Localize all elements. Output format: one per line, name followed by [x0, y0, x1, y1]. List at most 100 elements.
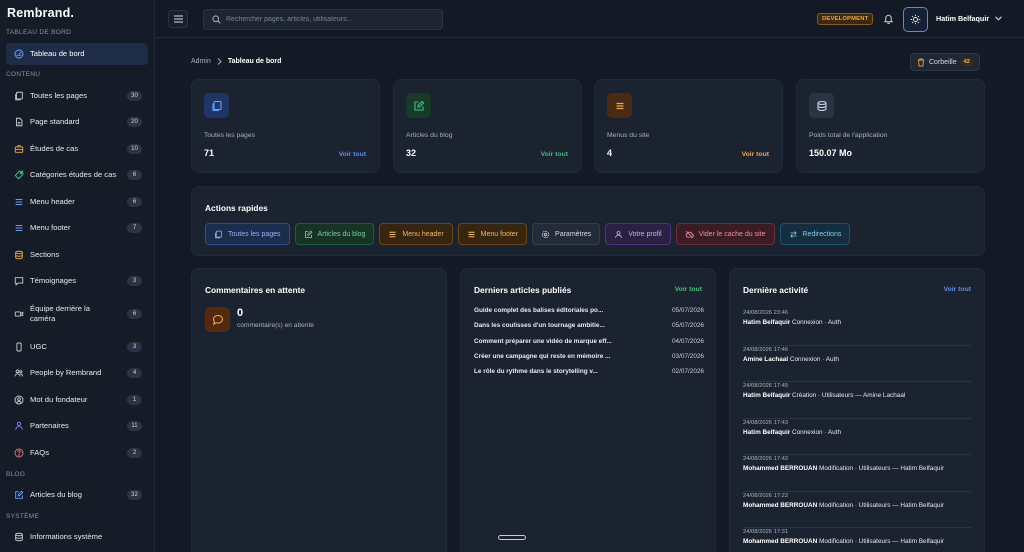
sidebar-item-system-info[interactable]: Informations système: [6, 526, 148, 548]
sidebar-item-team[interactable]: Équipe derrière la caméra 6: [6, 298, 148, 330]
sidebar-item-label: Sections: [30, 249, 60, 259]
sidebar-item-label: Menu footer: [30, 222, 71, 232]
menu-icon: [13, 197, 24, 208]
activity-view-all-link[interactable]: Voir tout: [944, 286, 971, 293]
theme-toggle-button[interactable]: [903, 7, 928, 32]
quick-action-redirects-button[interactable]: Redirections: [779, 223, 851, 245]
search-input[interactable]: [226, 16, 426, 23]
sidebar-item-label: Études de cas: [30, 143, 79, 153]
view-all-link[interactable]: Voir tout: [339, 151, 366, 158]
sidebar-item-label: Équipe derrière la caméra: [30, 303, 90, 323]
trash-button[interactable]: Corbeille 42: [910, 53, 980, 71]
redirect-icon: [789, 230, 797, 238]
sidebar-item-testimonials[interactable]: Témoignages 3: [6, 270, 148, 292]
article-date: 02/07/2026: [672, 368, 704, 376]
quick-action-pages-button[interactable]: Toutes les pages: [205, 223, 290, 245]
database-icon: [809, 93, 834, 118]
quick-action-blog-button[interactable]: Articles du blog: [294, 223, 375, 245]
search-bar[interactable]: [203, 9, 443, 30]
quick-actions-panel: Actions rapides Toutes les pages Article…: [191, 186, 985, 256]
breadcrumb-root[interactable]: Admin: [191, 58, 211, 65]
activity-user: Mohammed BERROUAN: [743, 501, 818, 509]
latest-articles-title: Derniers articles publiés: [474, 285, 572, 295]
user-menu[interactable]: Hatim Belfaquir: [936, 14, 1003, 23]
horizontal-scroll-indicator[interactable]: [498, 535, 526, 540]
activity-timestamp: 24/08/2026 23:46: [743, 310, 789, 316]
sidebar-item-founder[interactable]: Mot du fondateur 1: [6, 389, 148, 411]
sidebar-item-faqs[interactable]: FAQs 2: [6, 442, 148, 464]
quick-actions-title: Actions rapides: [205, 203, 268, 213]
chevron-down-icon: [995, 16, 1003, 21]
quick-action-clear-cache-button[interactable]: Vider le cache du site: [675, 223, 775, 245]
cloud-off-icon: [685, 230, 694, 238]
section-label-content: CONTENU: [6, 71, 41, 78]
stat-value: 71: [204, 148, 215, 158]
sidebar-item-blog-articles[interactable]: Articles du blog 32: [6, 484, 148, 506]
breadcrumb-current: Tableau de bord: [227, 58, 282, 65]
quick-action-menu-footer-button[interactable]: Menu footer: [457, 223, 528, 245]
article-date: 04/07/2026: [672, 337, 704, 345]
sidebar-item-label: Mot du fondateur: [30, 394, 88, 404]
sidebar-item-partners[interactable]: Partenaires 11: [6, 415, 148, 437]
article-title: Dans les coulisses d'un tournage ambitie…: [474, 322, 605, 330]
stat-value: 150.07 Mo: [809, 148, 853, 158]
quick-action-label: Menu footer: [480, 230, 519, 238]
trash-label: Corbeille: [929, 58, 957, 66]
article-row[interactable]: Dans les coulisses d'un tournage ambitie…: [474, 322, 704, 337]
quick-action-profile-button[interactable]: Votre profil: [605, 223, 671, 245]
article-row[interactable]: Comment préparer une vidéo de marque eff…: [474, 338, 704, 353]
sidebar-item-label: FAQs: [30, 447, 49, 457]
activity-timestamp: 24/08/2026 17:22: [743, 492, 789, 499]
stat-card-blog: Articles du blog 32 Voir tout: [393, 79, 582, 173]
sidebar-item-label: UGC: [30, 341, 47, 351]
sidebar-item-ugc[interactable]: UGC 3: [6, 336, 148, 358]
menu-toggle-button[interactable]: [168, 10, 188, 28]
sidebar-item-people[interactable]: People by Rembrand 4: [6, 362, 148, 384]
quick-action-settings-button[interactable]: Paramètres: [532, 223, 601, 245]
layers-icon: [13, 250, 24, 261]
sidebar-item-menu-footer[interactable]: Menu footer 7: [6, 217, 148, 239]
sidebar-item-case-studies[interactable]: Études de cas 10: [6, 138, 148, 160]
people-icon: [13, 368, 24, 379]
article-title: Comment préparer une vidéo de marque eff…: [474, 337, 612, 345]
activity-user: Mohammed BERROUAN: [743, 465, 818, 472]
view-all-link[interactable]: Voir tout: [742, 151, 769, 158]
article-row[interactable]: Le rôle du rythme dans le storytelling v…: [474, 368, 704, 383]
dashboard-icon: [13, 49, 24, 60]
trash-count-badge: 42: [960, 58, 973, 66]
document-icon: [13, 117, 24, 128]
quick-actions-row: Toutes les pages Articles du blog Menu h…: [205, 223, 851, 245]
quick-action-label: Articles du blog: [317, 230, 366, 238]
stat-value: 4: [607, 148, 613, 158]
tag-icon: [13, 170, 24, 181]
pending-comments-panel: Commentaires en attente 0 commentaire(s)…: [191, 268, 447, 552]
articles-view-all-link[interactable]: Voir tout: [675, 286, 702, 293]
article-title: Guide complet des balises éditoriales po…: [474, 307, 604, 314]
menu-icon: [607, 93, 632, 118]
pages-icon: [13, 91, 24, 102]
sidebar-item-menu-header[interactable]: Menu header 6: [6, 191, 148, 213]
sidebar-item-count: 10: [127, 144, 142, 154]
article-row[interactable]: Créer une campagne qui reste en mémoire …: [474, 353, 704, 368]
quick-action-label: Vider le cache du site: [698, 230, 766, 238]
sidebar-item-case-categories[interactable]: Catégories études de cas 6: [6, 164, 148, 186]
edit-icon: [406, 93, 431, 118]
stat-value: 32: [406, 148, 417, 158]
sidebar-item-label: Partenaires: [30, 420, 69, 430]
view-all-link[interactable]: Voir tout: [541, 151, 568, 158]
article-row[interactable]: Guide complet des balises éditoriales po…: [474, 307, 704, 322]
sidebar-item-sections[interactable]: Sections: [6, 244, 148, 266]
article-date: 05/07/2026: [672, 307, 704, 314]
sidebar-item-standard-page[interactable]: Page standard 20: [6, 111, 148, 133]
quick-action-menu-header-button[interactable]: Menu header: [379, 223, 453, 245]
menu-icon: [389, 231, 396, 237]
sidebar-item-dashboard[interactable]: Tableau de bord: [6, 43, 148, 65]
stat-card-menus: Menus du site 4 Voir tout: [594, 79, 783, 173]
sidebar-item-count: 3: [127, 276, 142, 286]
sidebar-item-label: Catégories études de cas: [30, 169, 117, 179]
sidebar-item-all-pages[interactable]: Toutes les pages 30: [6, 85, 148, 107]
brand-logo[interactable]: Rembrand.: [7, 6, 74, 20]
trash-icon: [917, 57, 925, 67]
bell-icon[interactable]: [883, 13, 894, 24]
breadcrumb: Admin Tableau de bord: [191, 58, 281, 65]
